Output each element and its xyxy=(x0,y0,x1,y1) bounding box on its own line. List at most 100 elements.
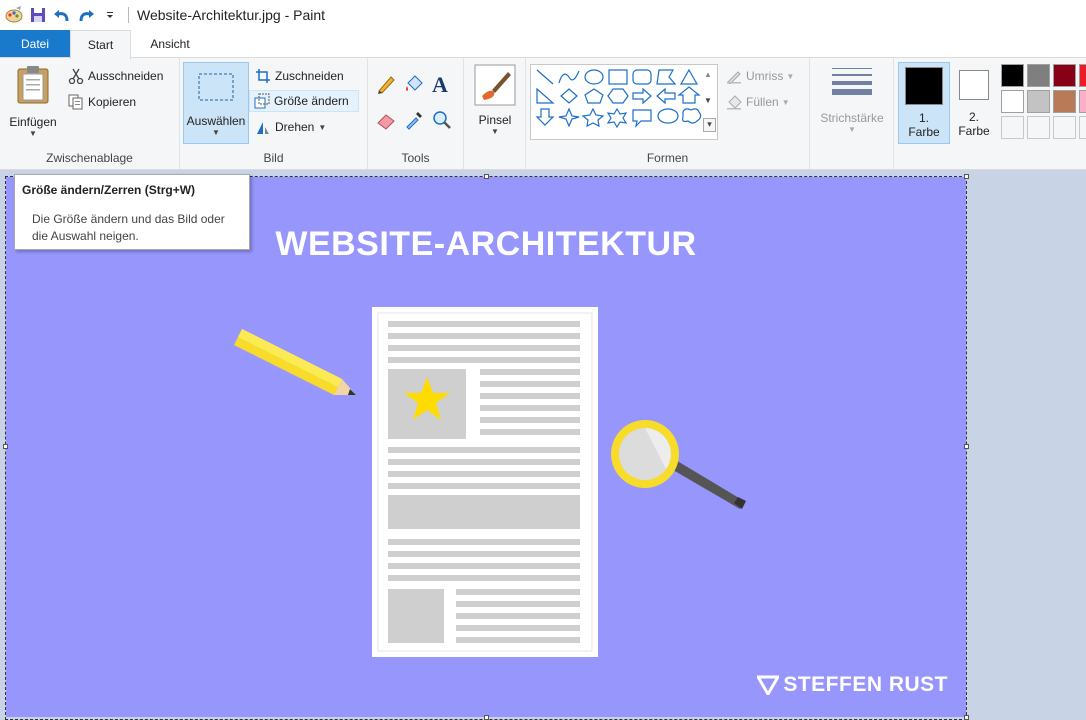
tooltip-description: Die Größe ändern und das Bild oder die A… xyxy=(32,212,225,243)
resize-handle-top[interactable] xyxy=(484,174,489,179)
tooltip-title: Größe ändern/Zerren (Strg+W) xyxy=(22,183,196,197)
copy-icon xyxy=(67,93,85,111)
document-illustration xyxy=(372,307,598,657)
brushes-button[interactable]: Pinsel ▼ xyxy=(470,64,520,136)
shapes-scroll-down-icon[interactable]: ▼ xyxy=(704,96,712,105)
color2-button[interactable]: 2. Farbe xyxy=(950,62,998,144)
palette-swatch[interactable] xyxy=(1001,90,1024,113)
color1-label: Farbe xyxy=(908,125,940,139)
fill-dropdown-icon: ▼ xyxy=(781,97,790,107)
palette-swatch[interactable] xyxy=(1079,64,1086,87)
shapes-gallery[interactable] xyxy=(530,64,718,140)
brushes-dropdown-icon: ▼ xyxy=(491,127,499,136)
shapes-scroll-up-icon[interactable]: ▲ xyxy=(704,70,712,79)
tab-file[interactable]: Datei xyxy=(0,30,70,58)
shapes-expand-icon[interactable]: ▾ xyxy=(703,118,716,132)
tab-home[interactable]: Start xyxy=(70,30,131,59)
copy-label: Kopieren xyxy=(88,95,137,109)
image-canvas[interactable]: WEBSITE-ARCHITEKTUR STEFFEN RUST xyxy=(6,177,966,717)
brand-shield-icon xyxy=(757,675,780,695)
fill-bucket-icon xyxy=(725,93,743,111)
outline-icon xyxy=(725,67,743,85)
color1-button[interactable]: 1. Farbe xyxy=(898,62,950,144)
resize-handle-top-right[interactable] xyxy=(964,174,969,179)
paint-app-icon[interactable] xyxy=(2,3,26,27)
palette-swatch[interactable] xyxy=(1027,116,1050,139)
select-label: Auswählen xyxy=(186,114,246,128)
undo-icon[interactable] xyxy=(50,3,74,27)
eraser-tool-icon[interactable] xyxy=(376,110,398,132)
brand-text: STEFFEN RUST xyxy=(783,673,948,696)
copy-button[interactable]: Kopieren xyxy=(64,91,139,113)
window-title: Website-Architektur.jpg - Paint xyxy=(137,7,326,23)
stroke-width-label: Strichstärke xyxy=(820,111,884,125)
color1-number: 1. xyxy=(918,111,929,125)
fill-button[interactable]: Füllen ▼ xyxy=(722,91,793,113)
outline-dropdown-icon: ▼ xyxy=(786,71,795,81)
pencil-tool-icon[interactable] xyxy=(376,74,398,96)
resize-handle-right[interactable] xyxy=(964,444,969,449)
resize-tooltip: Größe ändern/Zerren (Strg+W) Die Größe ä… xyxy=(14,174,250,250)
fill-tool-icon[interactable] xyxy=(404,74,426,96)
tab-view[interactable]: Ansicht xyxy=(131,30,209,58)
paste-label: Einfügen xyxy=(9,115,57,129)
text-tool-icon[interactable]: A xyxy=(432,72,454,97)
palette-swatch[interactable] xyxy=(1053,90,1076,113)
palette-swatch[interactable] xyxy=(1027,90,1050,113)
image-group-label: Bild xyxy=(263,151,284,165)
resize-button[interactable]: Größe ändern xyxy=(249,90,359,112)
cut-label: Ausschneiden xyxy=(88,69,164,83)
brush-icon xyxy=(474,64,516,109)
scissors-icon xyxy=(67,67,85,85)
resize-handle-bottom[interactable] xyxy=(484,715,489,720)
paste-button[interactable]: Einfügen ▼ xyxy=(6,64,60,138)
palette-swatch[interactable] xyxy=(1001,116,1024,139)
select-dropdown-icon: ▼ xyxy=(212,128,220,137)
paste-dropdown-icon: ▼ xyxy=(29,129,37,138)
magnifier-illustration xyxy=(611,420,746,509)
resize-icon xyxy=(253,92,271,110)
quick-access-toolbar xyxy=(0,0,122,30)
brand-logo: STEFFEN RUST xyxy=(757,673,948,697)
clipboard-icon xyxy=(15,64,51,107)
crop-button[interactable]: Zuschneiden xyxy=(251,65,347,87)
rotate-label: Drehen xyxy=(275,120,315,134)
color2-swatch xyxy=(959,70,989,100)
canvas-area[interactable]: WEBSITE-ARCHITEKTUR STEFFEN RUST xyxy=(0,171,1086,720)
palette-swatch[interactable] xyxy=(1079,90,1086,113)
rotate-icon xyxy=(254,118,272,136)
color1-swatch xyxy=(905,67,943,105)
brushes-group: Pinsel ▼ xyxy=(464,58,526,169)
color2-label: Farbe xyxy=(958,124,990,138)
palette-swatch[interactable] xyxy=(1053,64,1076,87)
pencil-illustration xyxy=(234,329,356,395)
save-icon[interactable] xyxy=(26,3,50,27)
resize-handle-bottom-right[interactable] xyxy=(964,715,969,720)
tools-group-label: Tools xyxy=(401,151,430,165)
fill-label: Füllen xyxy=(746,95,779,109)
selection-icon xyxy=(198,73,234,104)
color2-number: 2. xyxy=(968,110,979,124)
resize-handle-left[interactable] xyxy=(3,444,8,449)
select-button[interactable]: Auswählen ▼ xyxy=(183,62,249,144)
palette-swatch[interactable] xyxy=(1053,116,1076,139)
stroke-width-icon xyxy=(831,64,873,101)
rotate-dropdown-icon: ▼ xyxy=(318,122,327,132)
stroke-group: Strichstärke ▼ xyxy=(810,58,894,169)
resize-label: Größe ändern xyxy=(274,94,349,108)
crop-label: Zuschneiden xyxy=(275,69,344,83)
outline-button[interactable]: Umriss ▼ xyxy=(722,65,797,87)
magnifier-tool-icon[interactable] xyxy=(432,110,454,132)
ribbon: Einfügen ▼ Ausschneiden Kopieren Zwische… xyxy=(0,57,1086,170)
color-picker-tool-icon[interactable] xyxy=(404,110,426,132)
stroke-width-button[interactable]: Strichstärke ▼ xyxy=(814,64,890,134)
cut-button[interactable]: Ausschneiden xyxy=(64,65,166,87)
rotate-button[interactable]: Drehen ▼ xyxy=(251,116,329,138)
redo-icon[interactable] xyxy=(74,3,98,27)
stroke-dropdown-icon: ▼ xyxy=(848,125,856,134)
palette-swatch[interactable] xyxy=(1079,116,1086,139)
palette-swatch[interactable] xyxy=(1027,64,1050,87)
crop-icon xyxy=(254,67,272,85)
palette-swatch[interactable] xyxy=(1001,64,1024,87)
customize-icon[interactable] xyxy=(98,3,122,27)
